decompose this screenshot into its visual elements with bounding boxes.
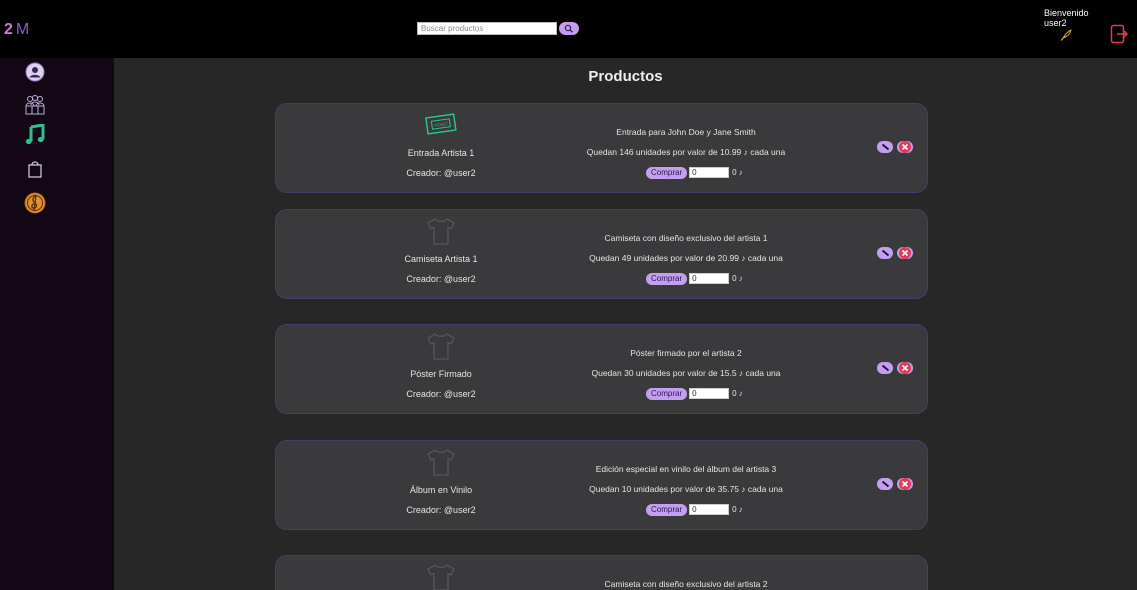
search-icon <box>564 24 573 33</box>
treble-clef-icon <box>24 192 46 214</box>
product-creator: Creador: @user2 <box>406 389 476 399</box>
product-info: Póster Firmado Creador: @user2 <box>366 325 516 413</box>
sidebar-item-profile[interactable] <box>24 61 46 83</box>
pencil-icon <box>881 249 889 257</box>
edit-button[interactable] <box>877 362 893 374</box>
total-price: 0 ♪ <box>732 389 743 398</box>
delete-button[interactable] <box>897 141 913 153</box>
edit-button[interactable] <box>877 247 893 259</box>
pencil-icon <box>881 143 889 151</box>
group-icon <box>25 95 45 115</box>
buy-row: Comprar 0 ♪ <box>646 272 743 285</box>
tshirt-icon <box>427 564 455 590</box>
top-bar: 2 M Bienvenido user2 <box>0 0 1137 58</box>
user-icon <box>25 62 45 82</box>
product-actions <box>877 362 913 374</box>
pencil-icon <box>881 480 889 488</box>
buy-row: Comprar 0 ♪ <box>646 387 743 400</box>
total-price: 0 ♪ <box>732 505 743 514</box>
buy-row: Comprar 0 ♪ <box>646 166 743 179</box>
product-actions <box>877 141 913 153</box>
product-actions <box>877 247 913 259</box>
quantity-input[interactable] <box>689 388 730 399</box>
search-button[interactable] <box>559 21 579 35</box>
logo-m: M <box>15 21 31 38</box>
product-name: Camiseta Artista 1 <box>404 254 478 264</box>
tshirt-icon <box>427 218 455 245</box>
product-details: Camiseta con diseño exclusivo del artist… <box>536 556 836 590</box>
product-stock: Quedan 10 unidades por valor de 35.75 ♪ … <box>589 484 783 494</box>
buy-button[interactable]: Comprar <box>646 166 688 179</box>
product-name: Álbum en Vinilo <box>409 485 473 495</box>
music-note-icon <box>25 124 45 145</box>
logo-two: 2 <box>4 21 14 38</box>
edit-button[interactable] <box>877 141 893 153</box>
product-card: Álbum en Vinilo Creador: @user2 Edición … <box>275 440 928 530</box>
tshirt-icon <box>427 333 455 360</box>
product-description: Camiseta con diseño exclusivo del artist… <box>604 233 768 243</box>
product-description: Edición especial en vinilo del álbum del… <box>595 464 777 474</box>
close-icon <box>899 141 911 153</box>
search-bar <box>417 20 579 36</box>
product-name: Póster Firmado <box>410 369 472 379</box>
welcome-label: Bienvenido <box>1044 8 1089 18</box>
product-creator: Creador: @user2 <box>406 274 476 284</box>
logout-button[interactable] <box>1110 24 1129 44</box>
pencil-icon <box>881 364 889 372</box>
quantity-input[interactable] <box>689 504 730 515</box>
sidebar <box>0 58 114 590</box>
tshirt-icon <box>427 449 455 476</box>
product-actions <box>877 478 913 490</box>
product-details: Edición especial en vinilo del álbum del… <box>536 441 836 529</box>
ticket-icon: TICKET <box>425 113 457 135</box>
username: user2 <box>1044 18 1067 28</box>
buy-button[interactable]: Comprar <box>646 272 688 285</box>
total-price: 0 ♪ <box>732 168 743 177</box>
product-card: TICKET Entrada Artista 1 Creador: @user2… <box>275 103 928 193</box>
buy-button[interactable]: Comprar <box>646 503 688 516</box>
logout-icon <box>1110 24 1129 44</box>
sidebar-item-shop[interactable] <box>24 158 46 180</box>
welcome-box: Bienvenido user2 <box>1044 8 1104 41</box>
delete-button[interactable] <box>897 478 913 490</box>
buy-button[interactable]: Comprar <box>646 387 688 400</box>
sidebar-item-clef[interactable] <box>24 192 46 214</box>
edit-button[interactable] <box>877 478 893 490</box>
shopping-bag-icon <box>28 161 42 178</box>
product-card: Camiseta Artista 1 Creador: @user2 Camis… <box>275 209 928 299</box>
page-title: Productos <box>588 68 663 85</box>
quantity-input[interactable] <box>689 167 730 178</box>
product-details: Póster firmado por el artista 2 Quedan 3… <box>536 325 836 413</box>
quantity-input[interactable] <box>689 273 730 284</box>
product-card: Camiseta con diseño exclusivo del artist… <box>275 555 928 590</box>
delete-button[interactable] <box>897 362 913 374</box>
search-input[interactable] <box>417 21 557 35</box>
feather-icon <box>1060 29 1072 41</box>
product-description: Póster firmado por el artista 2 <box>630 348 742 358</box>
product-details: Entrada para John Doe y Jane Smith Queda… <box>536 104 836 192</box>
close-icon <box>899 362 911 374</box>
product-stock: Quedan 146 unidades por valor de 10.99 ♪… <box>586 147 786 157</box>
sidebar-item-groups[interactable] <box>24 94 46 116</box>
product-stock: Quedan 49 unidades por valor de 20.99 ♪ … <box>589 253 783 263</box>
product-info <box>366 556 516 590</box>
close-icon <box>899 478 911 490</box>
product-stock: Quedan 30 unidades por valor de 15.5 ♪ c… <box>591 368 781 378</box>
app-logo[interactable]: 2 M <box>4 20 30 40</box>
product-info: Camiseta Artista 1 Creador: @user2 <box>366 210 516 298</box>
product-card: Póster Firmado Creador: @user2 Póster fi… <box>275 324 928 414</box>
product-creator: Creador: @user2 <box>406 168 476 178</box>
product-info: TICKET Entrada Artista 1 Creador: @user2 <box>366 104 516 192</box>
product-info: Álbum en Vinilo Creador: @user2 <box>366 441 516 529</box>
product-details: Camiseta con diseño exclusivo del artist… <box>536 210 836 298</box>
product-name: Entrada Artista 1 <box>407 148 475 158</box>
buy-row: Comprar 0 ♪ <box>646 503 743 516</box>
delete-button[interactable] <box>897 247 913 259</box>
sidebar-item-music[interactable] <box>24 124 46 146</box>
product-creator: Creador: @user2 <box>406 505 476 515</box>
product-description: Entrada para John Doe y Jane Smith <box>616 127 756 137</box>
total-price: 0 ♪ <box>732 274 743 283</box>
product-description: Camiseta con diseño exclusivo del artist… <box>604 579 768 589</box>
close-icon <box>899 247 911 259</box>
